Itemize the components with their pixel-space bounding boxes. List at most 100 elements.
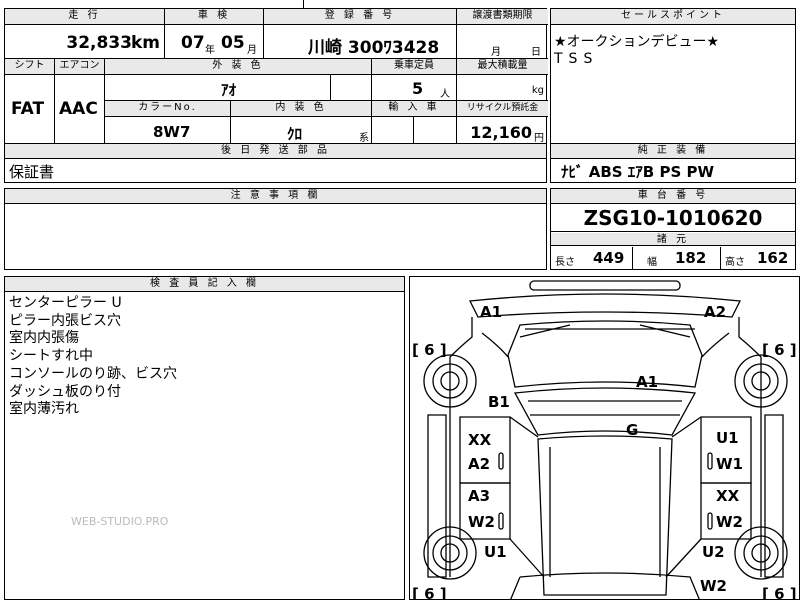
equipment-value: ﾅﾋﾞ ABS ｴｱB PS PW — [561, 163, 715, 181]
mileage-value: 32,833 — [66, 33, 132, 53]
mark-door-rl-2: W2 — [468, 513, 495, 531]
inspection-cell: 07 年 05 月 — [165, 25, 264, 59]
aircon-header: エアコン — [55, 59, 105, 75]
spec-width-label: 幅 — [647, 257, 657, 268]
tire-fl-mark: [ 6 ] — [412, 341, 447, 359]
tire-rr-mark: [ 6 ] — [762, 585, 797, 600]
mark-front-left: A1 — [480, 303, 502, 321]
max-load-unit: kg — [531, 85, 544, 96]
car-diagram: [ 6 ] [ 6 ] [ 6 ] [ 6 ] A1 A2 A1 B1 G XX… — [412, 280, 797, 600]
chassis-box: 車 台 番 号 ZSG10-1010620 諸 元 長さ 449 幅 182 高… — [550, 188, 796, 270]
mark-door-fr-1: U1 — [716, 429, 739, 447]
inspector-line: コンソールのり跡、ビス穴 — [9, 365, 177, 382]
registration-cell: 川崎 300ﾜ3428 — [264, 25, 457, 59]
mark-quarter-left: U1 — [484, 543, 507, 561]
inspector-line: 室内内張傷 — [9, 330, 79, 347]
mark-windshield: G — [626, 421, 638, 439]
later-parts-box: 後 日 発 送 部 品 保証書 — [4, 143, 547, 183]
spec-height-value: 162 — [757, 249, 789, 267]
imported-cell-b — [414, 117, 457, 145]
chassis-value: ZSG10-1010620 — [551, 205, 795, 232]
inspection-year: 07 — [181, 33, 205, 53]
max-load-header: 最大積載量 — [457, 59, 548, 75]
recycle-header: リサイクル預託金 — [457, 101, 548, 117]
inspector-box: 検 査 員 記 入 欄 センターピラー U ピラー内張ビス穴 室内内張傷 シート… — [4, 276, 405, 600]
mark-door-rr-1: XX — [716, 487, 740, 505]
inspector-header: 検 査 員 記 入 欄 — [5, 277, 404, 292]
notes-header: 注 意 事 項 欄 — [5, 189, 546, 204]
color-no-cell: 8W7 — [105, 117, 231, 145]
interior-color-suffix: 系 — [359, 133, 369, 144]
later-parts-value: 保証書 — [9, 163, 55, 181]
mileage-unit: km — [130, 33, 160, 53]
spec-width-value: 182 — [675, 249, 707, 267]
mark-door-fl-2: A2 — [468, 455, 490, 473]
imported-cell-a — [372, 117, 414, 145]
vehicle-info-table: 走 行 車 検 登 録 番 号 譲渡書類期限 32,833 km 07 年 05… — [4, 8, 548, 145]
inspector-line: センターピラー U — [9, 295, 122, 311]
aircon-value: AAC — [59, 99, 98, 119]
registration-header: 登 録 番 号 — [264, 9, 457, 25]
exterior-color-extra — [331, 75, 372, 101]
specs-header: 諸 元 — [551, 233, 795, 246]
capacity-header: 乗車定員 — [372, 59, 457, 75]
chassis-header: 車 台 番 号 — [551, 189, 795, 204]
inspection-year-unit: 年 — [205, 45, 215, 56]
mark-hood: A1 — [636, 373, 658, 391]
inspection-month: 05 — [221, 33, 245, 53]
exterior-color-value: ｱｵ — [221, 81, 237, 99]
inspector-lines: センターピラー U ピラー内張ビス穴 室内内張傷 シートすれ中 コンソールのり跡… — [9, 295, 177, 419]
mark-door-fr-2: W1 — [716, 455, 743, 473]
imported-header: 輸 入 車 — [372, 101, 457, 117]
spec-height: 高さ 162 — [721, 247, 795, 269]
car-diagram-box: [ 6 ] [ 6 ] [ 6 ] [ 6 ] A1 A2 A1 B1 G XX… — [409, 276, 800, 600]
color-no-header: カラーNo. — [105, 101, 231, 117]
mark-door-rr-2: W2 — [716, 513, 743, 531]
registration-value: 川崎 300ﾜ3428 — [308, 38, 440, 58]
sales-point-header: セールスポイント — [551, 9, 795, 25]
equipment-box: 純 正 装 備 ﾅﾋﾞ ABS ｴｱB PS PW — [550, 143, 796, 183]
mark-quarter-right: U2 — [702, 543, 725, 561]
tire-fr-mark: [ 6 ] — [762, 341, 797, 359]
sales-point-line2: TSS — [554, 51, 599, 67]
mileage-header: 走 行 — [5, 9, 165, 25]
sales-point-line1: ★オークションデビュー★ — [554, 34, 720, 50]
aircon-cell: AAC — [55, 75, 105, 145]
interior-color-value: ｸﾛ — [287, 125, 303, 143]
inspection-month-unit: 月 — [247, 45, 257, 56]
transfer-day-unit: 日 — [531, 47, 541, 58]
notes-box: 注 意 事 項 欄 — [4, 188, 547, 270]
capacity-unit: 人 — [440, 89, 450, 100]
shift-value: FAT — [11, 99, 45, 119]
exterior-color-header: 外 装 色 — [105, 59, 372, 75]
inspector-line: シートすれ中 — [9, 348, 93, 365]
sales-point-box: セールスポイント ★オークションデビュー★ TSS — [550, 8, 796, 144]
mark-door-fl-1: XX — [468, 431, 492, 449]
color-no-value: 8W7 — [153, 123, 191, 141]
interior-color-cell: ｸﾛ 系 — [231, 117, 372, 145]
transfer-month-unit: 月 — [491, 47, 501, 58]
inspector-line: ピラー内張ビス穴 — [9, 312, 121, 329]
transfer-header: 譲渡書類期限 — [457, 9, 548, 25]
exterior-color-cell: ｱｵ — [105, 75, 331, 101]
top-strip — [4, 0, 304, 8]
spec-height-label: 高さ — [725, 257, 745, 268]
max-load-cell: kg — [457, 75, 548, 101]
watermark: WEB-STUDIO.PRO — [71, 515, 169, 528]
capacity-cell: 5 人 — [372, 75, 457, 101]
recycle-cell: 12,160 円 — [457, 117, 548, 145]
interior-color-header: 内 装 色 — [231, 101, 372, 117]
inspector-line: ダッシュ板のり付 — [9, 383, 121, 400]
tire-rl-mark: [ 6 ] — [412, 585, 447, 600]
mark-rear-right: W2 — [700, 577, 727, 595]
shift-cell: FAT — [5, 75, 55, 145]
transfer-cell: 月 日 — [457, 25, 548, 59]
inspector-line: 室内薄汚れ — [9, 401, 79, 418]
spec-width: 幅 182 — [633, 247, 721, 269]
spec-length-label: 長さ — [555, 257, 575, 268]
spec-length-value: 449 — [593, 249, 625, 267]
later-parts-header: 後 日 発 送 部 品 — [5, 144, 546, 159]
spec-length: 長さ 449 — [551, 247, 633, 269]
mark-fender-left: B1 — [488, 393, 510, 411]
mark-door-rl-1: A3 — [468, 487, 490, 505]
